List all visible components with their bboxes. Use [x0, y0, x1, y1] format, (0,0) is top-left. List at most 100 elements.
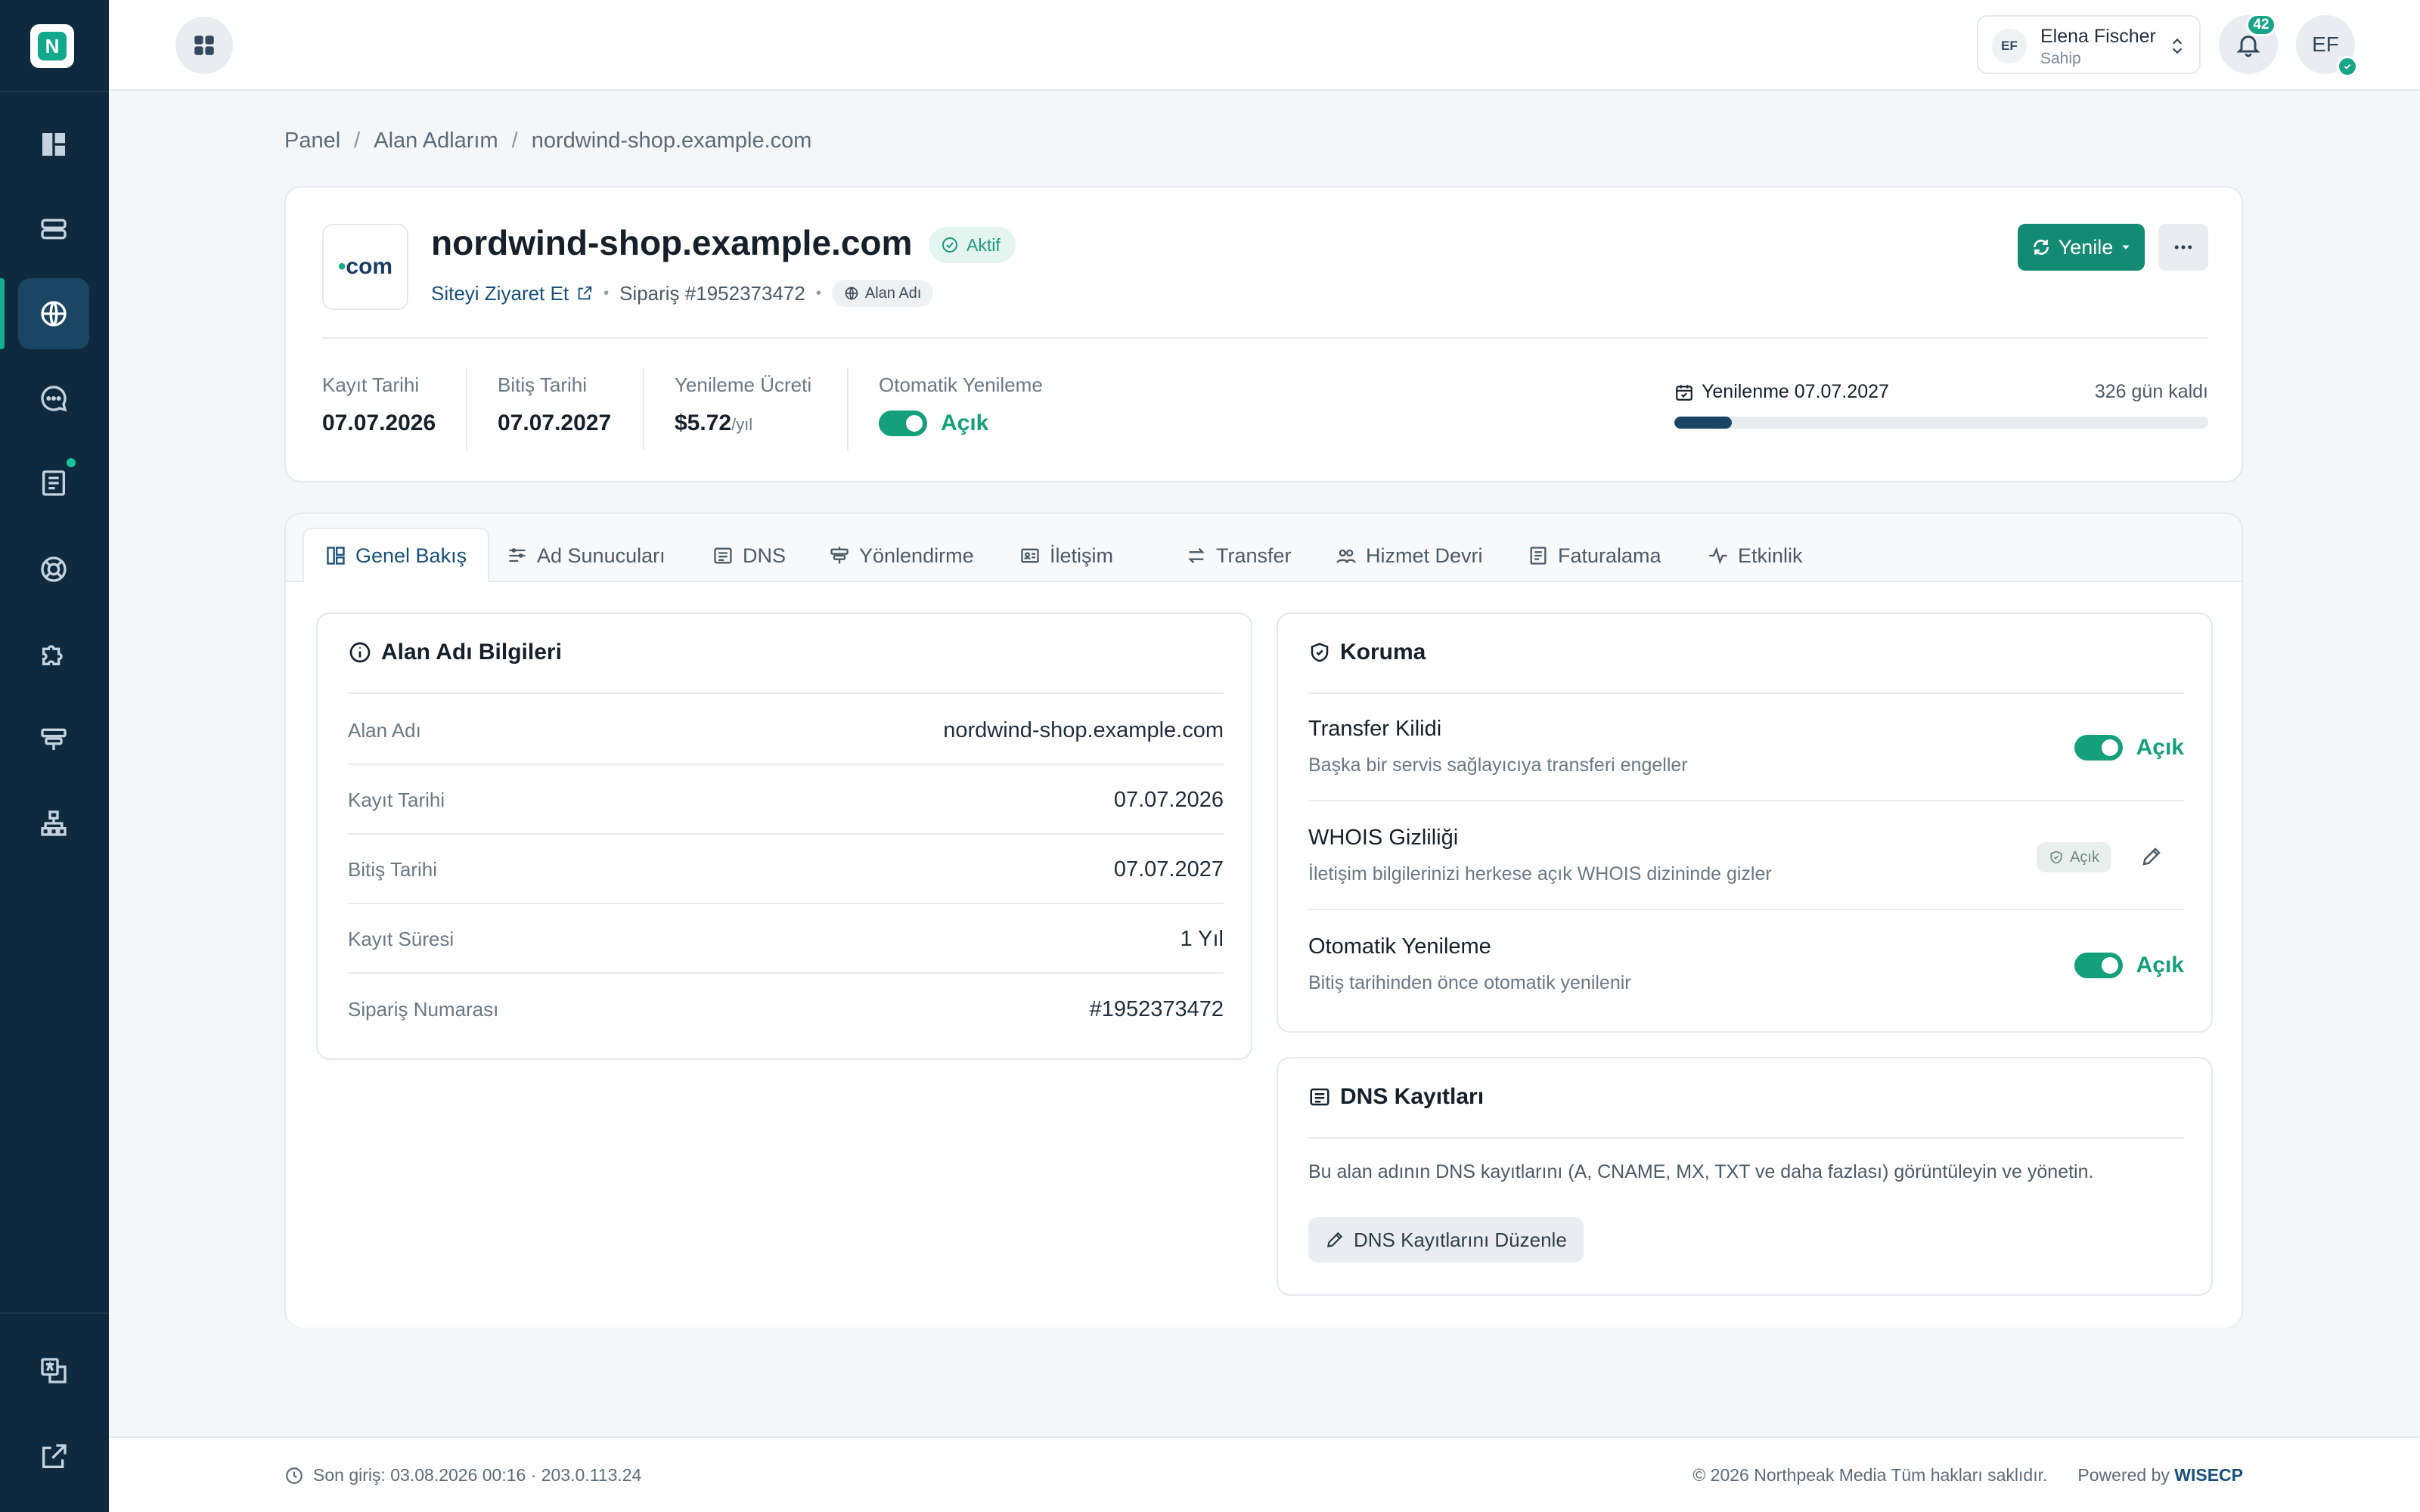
order-number: Sipariş #1952373472 [619, 281, 805, 305]
copyright: © 2026 Northpeak Media Tüm hakları saklı… [1692, 1465, 2048, 1485]
status-badge: Aktif [929, 227, 1016, 263]
external-link-icon [578, 286, 592, 300]
account-name: Elena Fischer [2040, 26, 2156, 47]
pencil-icon [2142, 847, 2161, 866]
app-logo[interactable]: N [30, 24, 74, 68]
domain-tabs-panel: Genel Bakış Ad Sunucuları DNS Yönlendirm… [284, 513, 2243, 1328]
renew-button-label: Yenile [2058, 235, 2114, 259]
type-badge: Alan Adı [831, 280, 934, 307]
globe-icon [41, 301, 67, 327]
info-icon [349, 642, 371, 663]
signpost-icon [41, 728, 67, 750]
account-avatar: EF [1992, 29, 2027, 64]
server-icon [41, 218, 67, 240]
tab-dns[interactable]: DNS [691, 528, 807, 584]
caret-down-icon [2122, 245, 2130, 249]
protection-row-auto-renew: Otomatik Yenileme Bitiş tarihinden önce … [1308, 934, 2184, 993]
info-row-order: Sipariş Numarası #1952373472 [348, 996, 1224, 1021]
tab-forwarding[interactable]: Yönlendirme [808, 528, 995, 584]
breadcrumb-panel[interactable]: Panel [284, 129, 340, 153]
dashboard-icon [42, 133, 65, 156]
edit-whois-button[interactable] [2140, 845, 2163, 868]
auto-renew-state: Açık [941, 411, 989, 435]
sidebar-item-language[interactable] [18, 1335, 89, 1406]
sidebar-item-help[interactable] [18, 534, 89, 605]
footer: Son giriş: 03.08.2026 00:16 · 203.0.113.… [109, 1436, 2420, 1512]
footer-credits: © 2026 Northpeak Media Tüm hakları saklı… [1692, 1465, 2243, 1486]
info-row-expiry: Bitiş Tarihi 07.07.2027 [348, 836, 1224, 904]
sidebar-item-domains[interactable] [18, 278, 89, 349]
auto-renew-toggle[interactable] [879, 411, 927, 436]
grid-icon [194, 36, 214, 55]
users-icon [1336, 549, 1356, 563]
breadcrumb-separator: / [511, 129, 518, 153]
tab-billing[interactable]: Faturalama [1506, 528, 1683, 584]
account-switcher[interactable]: EF Elena Fischer Sahip [1977, 15, 2201, 74]
dns-records-card: DNS Kayıtları Bu alan adının DNS kayıtla… [1277, 1057, 2213, 1296]
dns-records-title: DNS Kayıtları [1308, 1084, 1484, 1110]
renew-button[interactable]: Yenile [2018, 224, 2145, 271]
visit-site-link[interactable]: Siteyi Ziyaret Et [431, 282, 593, 305]
activity-icon [1709, 547, 1727, 565]
tab-service-handover[interactable]: Hizmet Devri [1314, 528, 1504, 584]
domain-info-title: Alan Adı Bilgileri [348, 640, 562, 665]
tab-transfer[interactable]: Transfer [1165, 528, 1313, 584]
more-horizontal-icon [2174, 245, 2192, 249]
visit-site-label: Siteyi Ziyaret Et [431, 281, 569, 305]
breadcrumb-domains[interactable]: Alan Adlarım [374, 129, 498, 153]
protection-title: Koruma [1308, 640, 1426, 665]
check-circle-icon [942, 237, 957, 253]
globe-icon [845, 287, 858, 300]
clock-icon [286, 1467, 302, 1484]
sidebar-item-invoices[interactable] [18, 448, 89, 519]
domain-info-card: Alan Adı Bilgileri Alan Adı nordwind-sho… [316, 612, 1252, 1060]
domain-subinfo: Siteyi Ziyaret Et • Sipariş #1952373472 … [431, 280, 934, 307]
powered-brand-link[interactable]: WISECP [2174, 1465, 2243, 1485]
meta-registration: Kayıt Tarihi 07.07.2026 [322, 373, 436, 435]
sidebar-divider [0, 91, 109, 92]
protection-auto-renew-toggle[interactable] [2074, 953, 2123, 978]
sidebar-item-external[interactable] [18, 1421, 89, 1492]
tab-nameservers[interactable]: Ad Sunucuları [486, 528, 687, 584]
tab-bar: Genel Bakış Ad Sunucuları DNS Yönlendirm… [286, 514, 2242, 584]
sidebar-active-indicator [0, 278, 5, 349]
header-divider [322, 337, 2208, 339]
tab-content-overview: Alan Adı Bilgileri Alan Adı nordwind-sho… [286, 582, 2242, 1328]
meta-expiry: Bitiş Tarihi 07.07.2027 [498, 373, 612, 435]
translate-icon [41, 1358, 67, 1383]
contact-card-icon [1021, 548, 1039, 563]
last-login: Son giriş: 03.08.2026 00:16 · 203.0.113.… [284, 1465, 641, 1486]
layout-icon [327, 547, 345, 565]
sidebar-item-servers[interactable] [18, 194, 89, 265]
apps-menu-button[interactable] [175, 17, 233, 74]
sidebar-item-network[interactable] [18, 788, 89, 859]
status-text: Aktif [966, 234, 1001, 255]
sidebar-item-signs[interactable] [18, 703, 89, 774]
invoices-notification-dot [67, 458, 76, 467]
sidebar-item-dashboard[interactable] [18, 109, 89, 180]
tab-activity[interactable]: Etkinlik [1686, 528, 1824, 584]
sidebar-item-addons[interactable] [18, 618, 89, 689]
domain-header-card: • com nordwind-shop.example.com Aktif Sit… [284, 186, 2243, 482]
sidebar-bottom-divider [0, 1312, 109, 1314]
signpost-icon [830, 547, 849, 564]
transfer-lock-toggle[interactable] [2074, 735, 2123, 761]
domain-title: nordwind-shop.example.com [431, 223, 913, 262]
invoice-icon [42, 470, 65, 496]
whois-status-badge: Açık [2037, 842, 2111, 872]
protection-card: Koruma Transfer Kilidi Başka bir servis … [1277, 612, 2213, 1033]
nameserver-icon [509, 548, 526, 562]
meta-auto-renew: Otomatik Yenileme Açık [879, 373, 1043, 436]
protection-row-transfer-lock: Transfer Kilidi Başka bir servis sağlayı… [1308, 694, 2184, 801]
tab-overview[interactable]: Genel Bakış [302, 528, 490, 584]
type-label: Alan Adı [864, 284, 922, 302]
tab-contact[interactable]: İletişim [998, 528, 1134, 584]
powered-by: Powered by WISECP [2077, 1465, 2243, 1485]
list-icon [1310, 1088, 1329, 1106]
list-icon [714, 547, 732, 564]
more-actions-button[interactable] [2158, 224, 2208, 271]
edit-dns-button[interactable]: DNS Kayıtlarını Düzenle [1308, 1217, 1584, 1263]
verified-shield-icon [2337, 56, 2358, 77]
breadcrumb-current: nordwind-shop.example.com [531, 129, 812, 153]
sidebar-item-support[interactable] [18, 363, 89, 434]
